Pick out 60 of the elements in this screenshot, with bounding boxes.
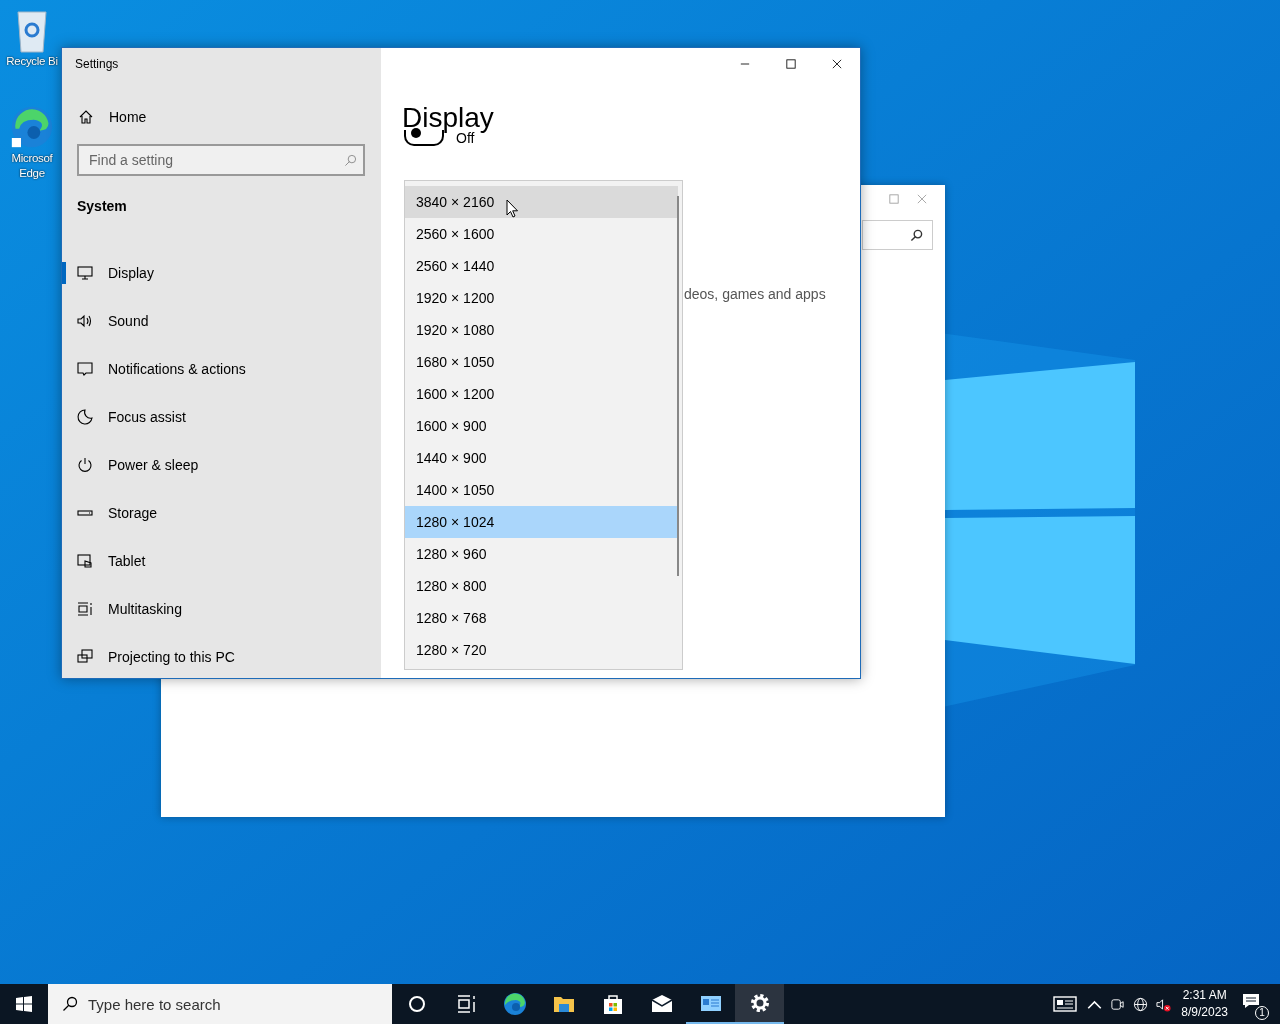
- dropdown-option[interactable]: 1280 × 1024: [405, 506, 678, 538]
- notification-badge: 1: [1255, 1006, 1269, 1020]
- nav-item[interactable]: Focus assist: [62, 393, 381, 441]
- focus-icon: [77, 409, 93, 425]
- section-heading: System: [77, 198, 128, 214]
- news-icon[interactable]: [1053, 995, 1078, 1013]
- nav-item[interactable]: Storage: [62, 489, 381, 537]
- nav-item[interactable]: Power & sleep: [62, 441, 381, 489]
- clock[interactable]: 2:31 AM 8/9/2023: [1181, 987, 1228, 1021]
- dropdown-option[interactable]: 1280 × 800: [405, 570, 678, 602]
- clock-date: 8/9/2023: [1181, 1004, 1228, 1021]
- multitasking-icon: [77, 601, 93, 617]
- camera-icon[interactable]: [1110, 996, 1126, 1012]
- muted-speaker-icon[interactable]: [1156, 996, 1172, 1012]
- search-icon: [910, 229, 923, 242]
- description-text: deos, games and apps: [684, 286, 826, 302]
- window-title: Settings: [75, 57, 120, 71]
- dropdown-option[interactable]: 2560 × 1440: [405, 250, 678, 282]
- settings-taskbar-button[interactable]: [735, 984, 784, 1024]
- message-icon: [1242, 992, 1260, 1010]
- globe-icon[interactable]: [1133, 996, 1149, 1012]
- search-icon: [62, 996, 78, 1012]
- dropdown-option[interactable]: 1280 × 768: [405, 602, 678, 634]
- dropdown-option[interactable]: 1280 × 720: [405, 634, 678, 666]
- nav-item[interactable]: Display: [62, 249, 381, 297]
- toggle-label: Off: [456, 130, 475, 146]
- clock-time: 2:31 AM: [1182, 987, 1227, 1004]
- dropdown-option[interactable]: 1920 × 1080: [405, 314, 678, 346]
- nav-item[interactable]: Notifications & actions: [62, 345, 381, 393]
- dropdown-option[interactable]: 1680 × 1050: [405, 346, 678, 378]
- cursor-icon: [506, 199, 518, 218]
- dropdown-option[interactable]: 1920 × 1200: [405, 282, 678, 314]
- nav-item[interactable]: Tablet: [62, 537, 381, 585]
- display-icon: [77, 265, 93, 281]
- notifications-icon: [77, 361, 93, 377]
- dropdown-option[interactable]: 1280 × 960: [405, 538, 678, 570]
- projecting-icon: [77, 649, 93, 665]
- scrollbar[interactable]: [677, 196, 679, 576]
- nav-item[interactable]: Multitasking: [62, 585, 381, 633]
- power-icon: [77, 457, 93, 473]
- dropdown-option[interactable]: 3840 × 2160: [405, 186, 678, 218]
- search-icon: [344, 154, 357, 167]
- nav-item[interactable]: Sound: [62, 297, 381, 345]
- dropdown-option[interactable]: 2560 × 1600: [405, 218, 678, 250]
- desktop-icon-label[interactable]: Recycle Bi: [4, 54, 60, 69]
- edge-icon: [502, 992, 527, 1016]
- page-heading: Display: [402, 102, 495, 133]
- dropdown-option[interactable]: 1400 × 1050: [405, 474, 678, 506]
- search-field[interactable]: Find a setting: [77, 144, 365, 176]
- dropdown-option[interactable]: 1440 × 900: [405, 442, 678, 474]
- dropdown-option[interactable]: 1600 × 1200: [405, 378, 678, 410]
- tablet-icon: [77, 553, 93, 569]
- home-icon: [78, 109, 94, 125]
- search-field[interactable]: Type here to search: [48, 984, 392, 1024]
- sound-icon: [77, 313, 93, 329]
- nav-item[interactable]: Projecting to this PC: [62, 633, 381, 681]
- dropdown-option[interactable]: 1600 × 900: [405, 410, 678, 442]
- home-link[interactable]: Home: [78, 109, 381, 125]
- desktop-icon-label[interactable]: Microsof Edge: [4, 151, 60, 181]
- search-field[interactable]: [862, 220, 933, 250]
